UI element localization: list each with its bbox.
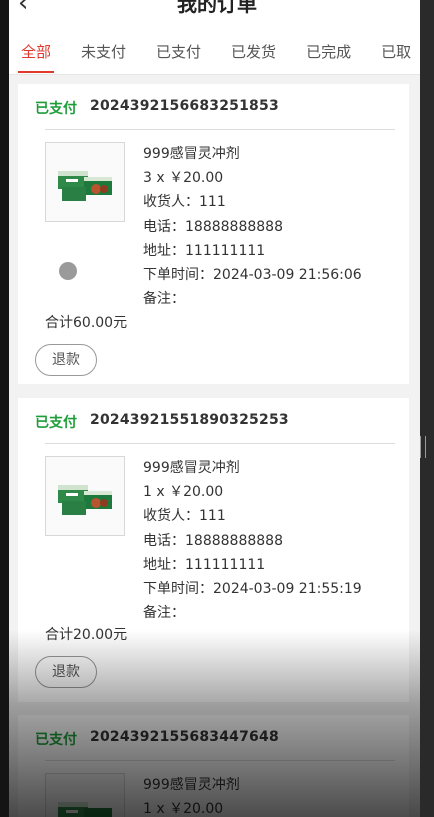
- tab-paid[interactable]: 已支付: [156, 26, 201, 74]
- note-label: 备注：: [143, 291, 185, 308]
- tab-cancelled[interactable]: 已取: [381, 26, 411, 74]
- order-status: 已支付: [35, 101, 77, 117]
- phone-value: 18888888888: [185, 218, 283, 235]
- total-prefix: 合计: [45, 315, 73, 331]
- order-number: 20243921551890325253: [90, 412, 289, 428]
- order-card: 已支付 2024392155683447648 999感冒灵冲剂 1 x ￥20…: [18, 715, 409, 817]
- product-name: 999感冒灵冲剂: [143, 460, 240, 476]
- divider: [45, 129, 395, 130]
- order-details: 999感冒灵冲剂 3 x ￥20.00 收货人：111 电话：188888888…: [143, 142, 362, 311]
- quantity-price: 3 x ￥20.00: [143, 170, 224, 187]
- address-row: 地址：111111111: [143, 239, 362, 263]
- total-prefix: 合计: [45, 627, 73, 643]
- receiver-label: 收货人：: [143, 194, 199, 211]
- phone-row: 电话：18888888888: [143, 215, 362, 239]
- receiver-value: 111: [199, 194, 226, 211]
- tab-unpaid[interactable]: 未支付: [81, 26, 126, 74]
- note-label: 备注：: [143, 605, 185, 622]
- app-screen: ‹ 我的订单 全部 未支付 已支付 已发货 已完成 已取 已支付 2024392…: [0, 0, 434, 817]
- address-label: 地址：: [143, 242, 185, 259]
- medicine-box-icon: [58, 485, 112, 515]
- order-number: 2024392155683447648: [90, 729, 279, 745]
- order-card: 已支付 2024392156683251853 999感冒灵冲剂 3 x ￥20…: [18, 84, 409, 384]
- divider: [45, 760, 395, 761]
- address-label: 地址：: [143, 556, 185, 573]
- order-total: 合计20.00元: [45, 624, 127, 644]
- order-card: 已支付 20243921551890325253 999感冒灵冲剂 1 x ￥2…: [18, 398, 409, 702]
- divider: [45, 443, 395, 444]
- note-row: 备注：: [143, 287, 362, 311]
- note-row: 备注：: [143, 601, 362, 625]
- phone-value: 18888888888: [185, 532, 283, 549]
- receiver-value: 111: [199, 508, 226, 525]
- tab-all[interactable]: 全部: [17, 26, 55, 74]
- receiver-label: 收货人：: [143, 508, 199, 525]
- order-status: 已支付: [35, 415, 77, 431]
- order-details: 999感冒灵冲剂 1 x ￥20.00: [143, 773, 240, 817]
- tab-shipped[interactable]: 已发货: [231, 26, 276, 74]
- header-bar: ‹ 我的订单: [0, 0, 434, 26]
- medicine-box-icon: [58, 171, 112, 201]
- product-image[interactable]: [45, 773, 125, 817]
- total-suffix: 元: [113, 627, 128, 643]
- medicine-box-icon: [58, 802, 112, 817]
- receiver-row: 收货人：111: [143, 190, 362, 214]
- total-value: 20.00: [73, 627, 114, 643]
- total-value: 60.00: [73, 315, 114, 331]
- phone-row: 电话：18888888888: [143, 529, 362, 553]
- product-name: 999感冒灵冲剂: [143, 146, 240, 162]
- order-list: 已支付 2024392156683251853 999感冒灵冲剂 3 x ￥20…: [9, 74, 420, 817]
- touch-indicator: [59, 262, 77, 280]
- refund-button[interactable]: 退款: [35, 344, 97, 376]
- scroll-handle[interactable]: [420, 436, 426, 458]
- refund-button[interactable]: 退款: [35, 656, 97, 688]
- order-time-label: 下单时间：: [143, 267, 213, 284]
- right-edge-bar: [420, 0, 434, 817]
- receiver-row: 收货人：111: [143, 504, 362, 528]
- order-status-tabs: 全部 未支付 已支付 已发货 已完成 已取: [9, 26, 420, 75]
- product-name: 999感冒灵冲剂: [143, 777, 240, 793]
- total-suffix: 元: [113, 315, 128, 331]
- address-value: 111111111: [185, 242, 266, 259]
- order-details: 999感冒灵冲剂 1 x ￥20.00 收货人：111 电话：188888888…: [143, 456, 362, 625]
- order-status: 已支付: [35, 732, 77, 748]
- product-image[interactable]: [45, 142, 125, 222]
- order-time-row: 下单时间：2024-03-09 21:55:19: [143, 577, 362, 601]
- product-image[interactable]: [45, 456, 125, 536]
- quantity-price: 1 x ￥20.00: [143, 801, 224, 817]
- order-time-value: 2024-03-09 21:56:06: [213, 267, 362, 284]
- order-total: 合计60.00元: [45, 312, 127, 332]
- quantity-price: 1 x ￥20.00: [143, 484, 224, 501]
- left-edge-bar: [0, 0, 9, 817]
- tab-completed[interactable]: 已完成: [306, 26, 351, 74]
- address-row: 地址：111111111: [143, 553, 362, 577]
- address-value: 111111111: [185, 556, 266, 573]
- phone-label: 电话：: [143, 532, 185, 549]
- order-time-row: 下单时间：2024-03-09 21:56:06: [143, 263, 362, 287]
- page-title: 我的订单: [177, 0, 257, 16]
- order-time-label: 下单时间：: [143, 581, 213, 598]
- order-time-value: 2024-03-09 21:55:19: [213, 581, 362, 598]
- order-number: 2024392156683251853: [90, 98, 279, 114]
- phone-label: 电话：: [143, 218, 185, 235]
